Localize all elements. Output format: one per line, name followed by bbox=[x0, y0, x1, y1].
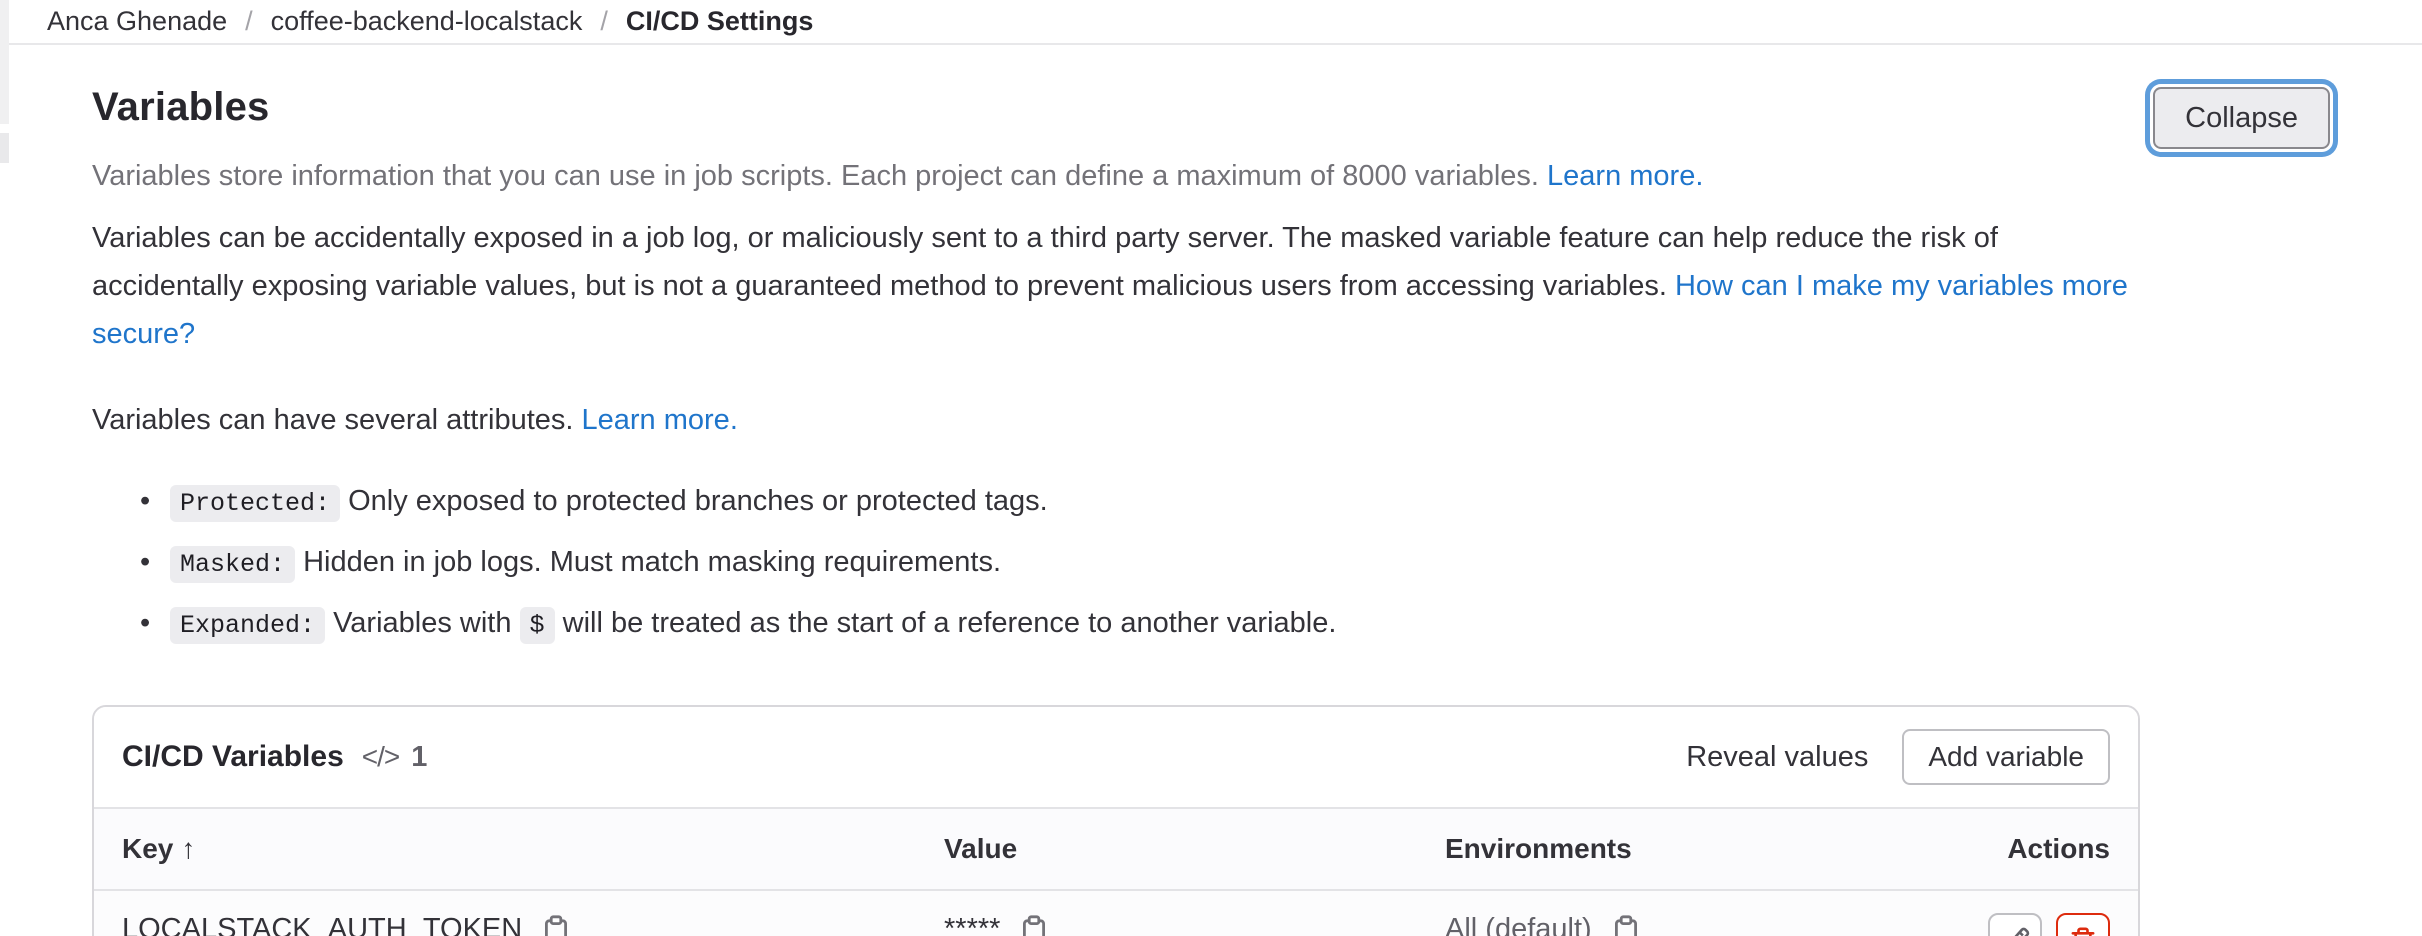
sort-ascending-icon: ↑ bbox=[181, 833, 195, 864]
trash-icon bbox=[2068, 925, 2098, 936]
variable-masked-value: ***** bbox=[944, 913, 1000, 936]
variables-count-badge: 1 bbox=[411, 741, 427, 774]
clipboard-copy-icon bbox=[1610, 914, 1642, 936]
left-edge-decoration bbox=[0, 133, 9, 163]
list-item-expanded: Expanded: Variables with $ will be treat… bbox=[140, 600, 2140, 649]
variable-environments: All (default) bbox=[1445, 913, 1592, 936]
column-header-environments: Environments bbox=[1445, 833, 2007, 865]
card-title: CI/CD Variables bbox=[122, 740, 344, 774]
add-variable-button[interactable]: Add variable bbox=[1902, 729, 2110, 785]
attributes-list: Protected: Only exposed to protected bra… bbox=[140, 478, 2140, 649]
clipboard-copy-icon bbox=[1018, 914, 1050, 936]
dollar-code-token: $ bbox=[520, 607, 555, 644]
card-header: CI/CD Variables </> 1 Reveal values Add … bbox=[94, 707, 2138, 807]
column-header-value: Value bbox=[944, 833, 1445, 865]
value-cell: ***** bbox=[944, 913, 1445, 936]
variable-key: LOCALSTACK_AUTH_TOKEN bbox=[122, 913, 522, 936]
key-header-label: Key bbox=[122, 833, 173, 864]
collapse-button[interactable]: Collapse bbox=[2153, 87, 2330, 149]
variables-attributes-intro: Variables can have several attributes. L… bbox=[92, 396, 2140, 444]
breadcrumb-separator: / bbox=[600, 6, 608, 37]
intro-text: Variables store information that you can… bbox=[92, 160, 1539, 192]
key-cell: LOCALSTACK_AUTH_TOKEN LocalStack Auth To… bbox=[122, 913, 944, 936]
expanded-description-before: Variables with bbox=[333, 607, 511, 639]
masked-code-token: Masked: bbox=[170, 546, 295, 583]
variables-section-actions: Collapse bbox=[2153, 71, 2330, 149]
cicd-settings-page: Anca Ghenade / coffee-backend-localstack… bbox=[0, 0, 2422, 936]
breadcrumb: Anca Ghenade / coffee-backend-localstack… bbox=[0, 0, 2422, 45]
column-header-actions: Actions bbox=[2007, 833, 2110, 865]
expanded-code-token: Expanded: bbox=[170, 607, 325, 644]
list-item-protected: Protected: Only exposed to protected bra… bbox=[140, 478, 2140, 527]
reveal-values-button[interactable]: Reveal values bbox=[1686, 741, 1868, 774]
edit-variable-button[interactable] bbox=[1988, 913, 2042, 936]
page-title: Variables bbox=[92, 85, 2140, 130]
variables-warning-text: Variables can be accidentally exposed in… bbox=[92, 214, 2140, 358]
copy-key-button[interactable] bbox=[540, 914, 572, 936]
breadcrumb-link-project[interactable]: coffee-backend-localstack bbox=[271, 6, 583, 37]
table-row: LOCALSTACK_AUTH_TOKEN LocalStack Auth To… bbox=[94, 891, 2138, 936]
attributes-learn-more-link[interactable]: Learn more. bbox=[582, 404, 738, 436]
learn-more-link[interactable]: Learn more. bbox=[1547, 160, 1703, 192]
breadcrumb-current-page: CI/CD Settings bbox=[626, 6, 814, 37]
delete-variable-button[interactable] bbox=[2056, 913, 2110, 936]
environments-cell: All (default) bbox=[1445, 913, 1988, 936]
list-item-masked: Masked: Hidden in job logs. Must match m… bbox=[140, 539, 2140, 588]
breadcrumb-link-namespace[interactable]: Anca Ghenade bbox=[47, 6, 227, 37]
clipboard-copy-icon bbox=[540, 914, 572, 936]
pencil-icon bbox=[2000, 925, 2030, 936]
copy-value-button[interactable] bbox=[1018, 914, 1050, 936]
left-edge-decoration bbox=[0, 0, 9, 124]
protected-description: Only exposed to protected branches or pr… bbox=[348, 485, 1048, 517]
variables-section-body: Variables Variables store information th… bbox=[92, 71, 2140, 936]
attributes-intro-text: Variables can have several attributes. bbox=[92, 404, 573, 436]
breadcrumb-separator: / bbox=[245, 6, 253, 37]
card-header-actions: Reveal values Add variable bbox=[1686, 729, 2110, 785]
masked-description: Hidden in job logs. Must match masking r… bbox=[303, 546, 1001, 578]
table-header-row: Key ↑ Value Environments Actions bbox=[94, 807, 2138, 891]
expanded-description-after: will be treated as the start of a refere… bbox=[563, 607, 1337, 639]
protected-code-token: Protected: bbox=[170, 485, 340, 522]
copy-environments-button[interactable] bbox=[1610, 914, 1642, 936]
actions-cell bbox=[1988, 913, 2110, 936]
code-icon: </> bbox=[362, 741, 399, 773]
cicd-variables-card: CI/CD Variables </> 1 Reveal values Add … bbox=[92, 705, 2140, 936]
variables-intro-text: Variables store information that you can… bbox=[92, 152, 2140, 200]
column-header-key[interactable]: Key ↑ bbox=[122, 833, 944, 865]
variables-section: Variables Variables store information th… bbox=[0, 45, 2422, 936]
